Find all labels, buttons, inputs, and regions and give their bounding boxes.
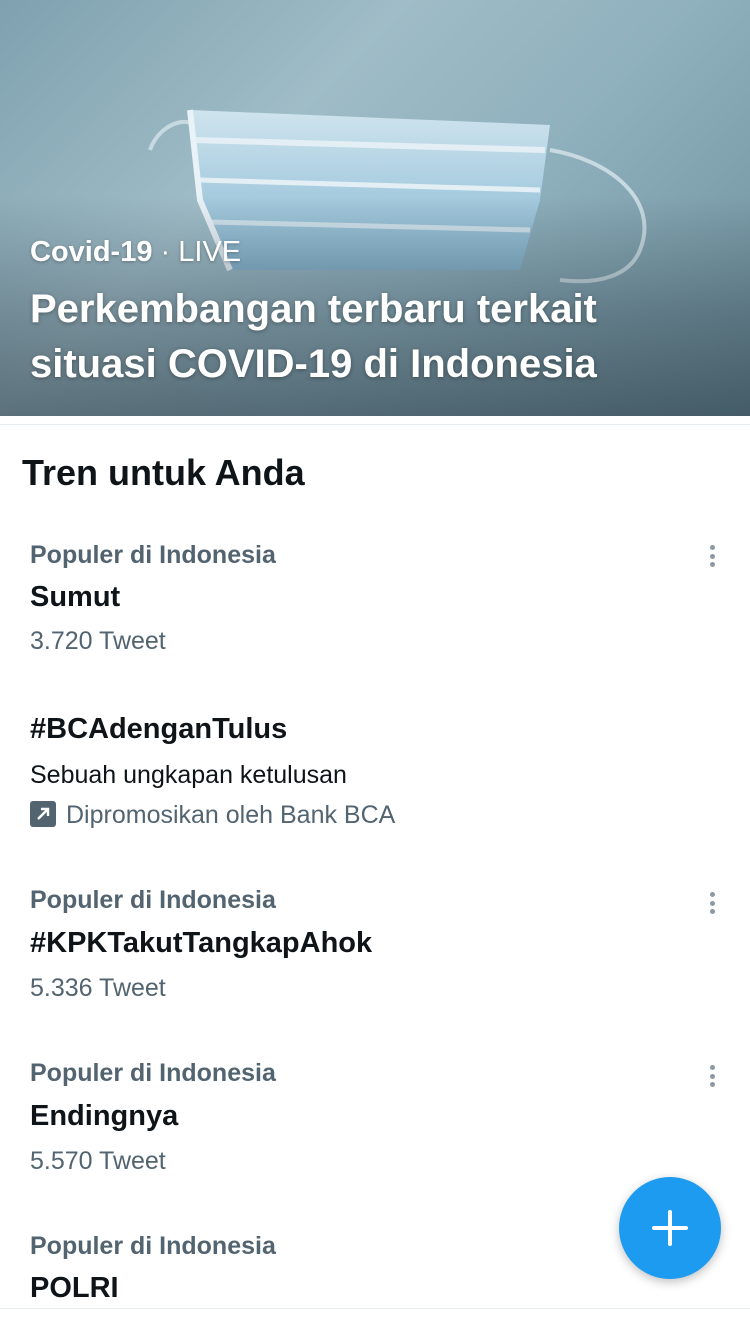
plus-icon xyxy=(652,1210,688,1246)
trend-context: Populer di Indonesia xyxy=(30,541,276,569)
trend-count: 5.570 Tweet xyxy=(30,1147,166,1175)
trend-name: #BCAdenganTulus xyxy=(30,713,288,745)
trend-count: 5.336 Tweet xyxy=(30,974,166,1002)
divider xyxy=(0,416,750,425)
hero-meta: Covid-19 · LIVE xyxy=(30,236,241,269)
trend-item[interactable]: Populer di Indonesia #KPKTakutTangkapAho… xyxy=(0,870,750,1020)
trend-item[interactable]: Populer di Indonesia Sumut 3.720 Tweet xyxy=(0,525,750,675)
trend-context: Populer di Indonesia xyxy=(30,886,276,914)
hero-status: LIVE xyxy=(178,236,242,268)
more-vertical-icon[interactable] xyxy=(700,1061,724,1091)
trend-name: #KPKTakutTangkapAhok xyxy=(30,927,373,959)
promoted-arrow-icon xyxy=(30,801,56,827)
more-vertical-icon[interactable] xyxy=(700,541,724,571)
trend-context: Populer di Indonesia xyxy=(30,1059,276,1087)
hero-separator: · xyxy=(160,236,171,268)
trend-name: Sumut xyxy=(30,581,121,613)
trend-name: Endingnya xyxy=(30,1100,179,1132)
hero-title: Perkembangan terbaru terkait situasi COV… xyxy=(30,287,597,386)
hero-banner[interactable]: Covid-19 · LIVE Perkembangan terbaru ter… xyxy=(0,0,750,416)
more-vertical-icon[interactable] xyxy=(700,888,724,918)
trend-item[interactable]: Populer di Indonesia Endingnya 5.570 Twe… xyxy=(0,1043,750,1193)
hero-topic: Covid-19 xyxy=(30,236,153,268)
trend-item-promoted[interactable]: #BCAdenganTulus Sebuah ungkapan ketulusa… xyxy=(0,700,750,850)
trend-count: 3.720 Tweet xyxy=(30,627,166,655)
trend-context: Populer di Indonesia xyxy=(30,1232,276,1260)
trend-description: Sebuah ungkapan ketulusan xyxy=(30,761,347,789)
trend-name: POLRI xyxy=(30,1272,119,1304)
divider xyxy=(0,1308,750,1309)
compose-tweet-button[interactable] xyxy=(619,1177,721,1279)
promoted-label: Dipromosikan oleh Bank BCA xyxy=(30,801,395,830)
section-title: Tren untuk Anda xyxy=(22,452,305,493)
promoted-text: Dipromosikan oleh Bank BCA xyxy=(66,801,396,829)
